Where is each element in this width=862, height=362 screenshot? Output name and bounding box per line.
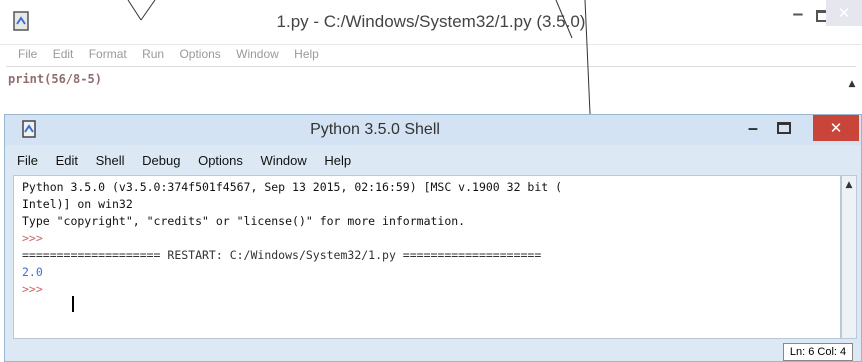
scroll-up-arrow-icon[interactable]: ▲ bbox=[842, 178, 856, 192]
shell-scrollbar[interactable]: ▲ bbox=[841, 175, 857, 339]
shell-menu-file[interactable]: File bbox=[17, 153, 38, 168]
maximize-icon bbox=[777, 122, 791, 134]
shell-output-area[interactable]: Python 3.5.0 (v3.5.0:374f501f4567, Sep 1… bbox=[13, 175, 841, 339]
shell-menu-options[interactable]: Options bbox=[198, 153, 243, 168]
shell-menu-edit[interactable]: Edit bbox=[56, 153, 78, 168]
shell-menu-shell[interactable]: Shell bbox=[96, 153, 125, 168]
shell-prompt: >>> bbox=[22, 231, 43, 245]
shell-prompt[interactable]: >>> bbox=[22, 282, 50, 296]
text-cursor bbox=[72, 296, 74, 312]
line-column-indicator: Ln: 6 Col: 4 bbox=[783, 343, 853, 361]
shell-window: Python 3.5.0 Shell ‒ ✕ File Edit Shell D… bbox=[4, 114, 862, 362]
shell-menu-window[interactable]: Window bbox=[261, 153, 307, 168]
shell-banner-line: Python 3.5.0 (v3.5.0:374f501f4567, Sep 1… bbox=[22, 180, 563, 194]
shell-banner-line: Intel)] on win32 bbox=[22, 197, 133, 211]
shell-maximize-button[interactable] bbox=[773, 117, 795, 139]
shell-titlebar[interactable]: Python 3.5.0 Shell ‒ ✕ bbox=[5, 115, 861, 145]
shell-statusbar: Ln: 6 Col: 4 bbox=[5, 343, 861, 361]
shell-menu-debug[interactable]: Debug bbox=[142, 153, 180, 168]
shell-title: Python 3.5.0 Shell bbox=[310, 121, 440, 138]
shell-restart-line: ==================== RESTART: C:/Windows… bbox=[22, 248, 542, 262]
shell-close-button[interactable]: ✕ bbox=[813, 115, 859, 141]
shell-menubar: File Edit Shell Debug Options Window Hel… bbox=[17, 153, 365, 168]
shell-menu-help[interactable]: Help bbox=[324, 153, 351, 168]
shell-output-value: 2.0 bbox=[22, 265, 43, 279]
shell-info-line: Type "copyright", "credits" or "license(… bbox=[22, 214, 466, 228]
shell-minimize-button[interactable]: ‒ bbox=[743, 119, 763, 139]
